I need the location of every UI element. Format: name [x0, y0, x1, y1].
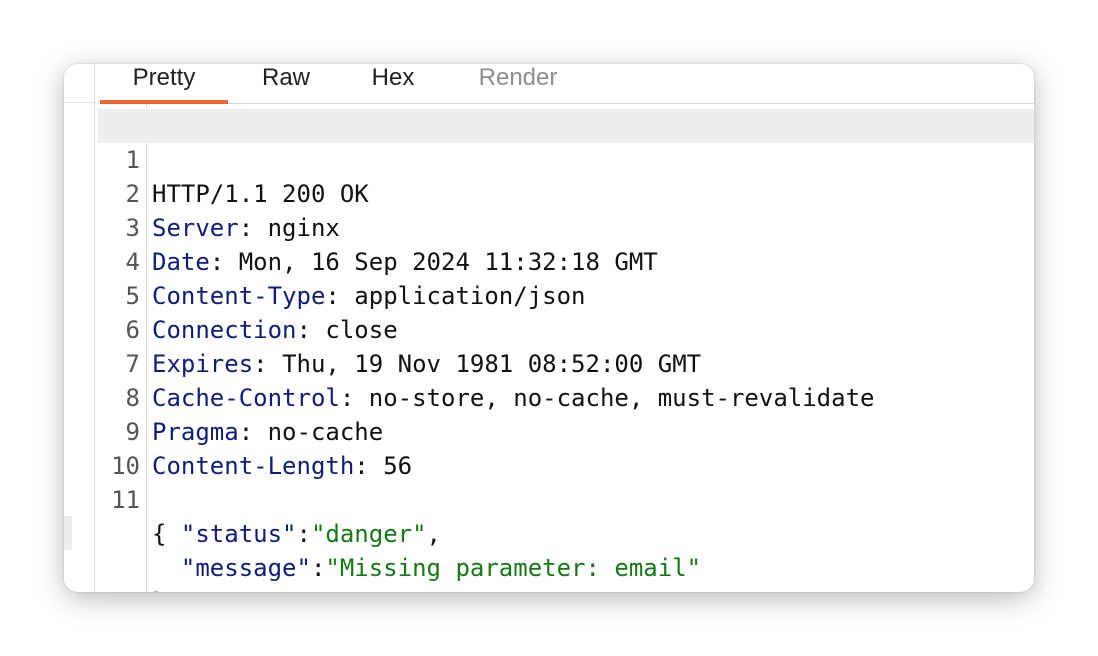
code-line: 3 Date: Mon, 16 Sep 2024 11:32:18 GMT [98, 177, 1034, 276]
code-line: 10 [98, 415, 1034, 480]
tab-raw[interactable]: Raw [238, 64, 334, 100]
side-panel-strip [64, 64, 95, 592]
code-line: 9 Content-Length: 56 [98, 381, 1034, 480]
code-editor[interactable]: 1 HTTP/1.1 200 OK 2 Server: nginx 3 Date… [98, 109, 1034, 592]
tab-pretty[interactable]: Pretty [100, 64, 228, 104]
code-line: } [98, 551, 1034, 592]
tab-hex[interactable]: Hex [346, 64, 440, 100]
response-viewer: Pretty Raw Hex Render 1 HTTP/1.1 200 OK … [64, 64, 1034, 592]
code-line: 4 Content-Type: application/json [98, 211, 1034, 310]
code-line: 11 { [98, 449, 1034, 548]
view-tabs: Pretty Raw Hex Render [98, 64, 1034, 104]
code-line: 1 HTTP/1.1 200 OK [98, 109, 1034, 208]
code-line: "message":"Missing parameter: email" [98, 517, 1034, 582]
code-line: 5 Connection: close [98, 245, 1034, 344]
code-line: "status":"danger", [98, 483, 1034, 548]
side-panel-divider [64, 102, 94, 103]
code-line: 7 Cache-Control: no-store, no-cache, mus… [98, 313, 1034, 412]
tab-render[interactable]: Render [458, 64, 578, 100]
code-line: 6 Expires: Thu, 19 Nov 1981 08:52:00 GMT [98, 279, 1034, 378]
json-close-brace: } [152, 585, 166, 592]
code-line: 2 Server: nginx [98, 143, 1034, 242]
side-panel-handle[interactable] [64, 516, 72, 550]
code-line: 8 Pragma: no-cache [98, 347, 1034, 446]
